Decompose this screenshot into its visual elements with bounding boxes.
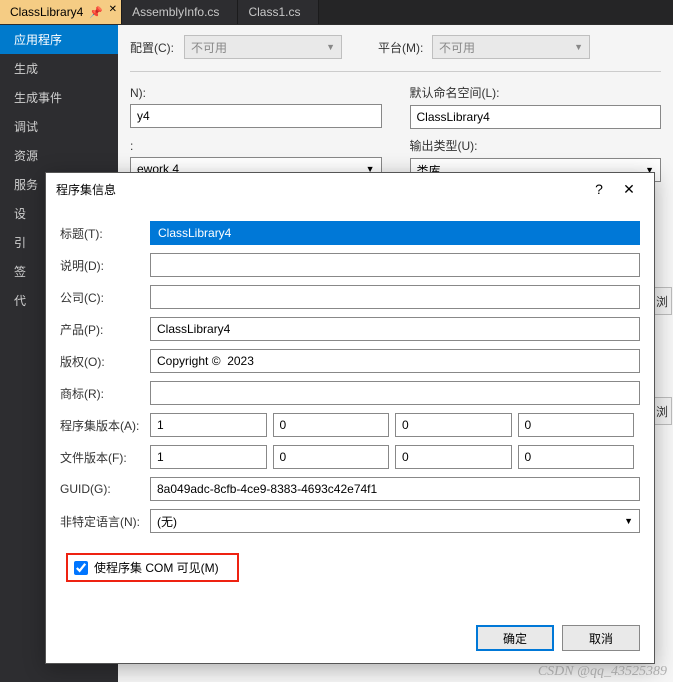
assembly-name-input[interactable] xyxy=(130,104,382,128)
sidebar-item-label: 应用程序 xyxy=(14,33,62,47)
close-button[interactable]: ✕ xyxy=(614,181,644,198)
sidebar-item-resources[interactable]: 资源 xyxy=(0,141,118,170)
view-button[interactable]: 浏 xyxy=(652,397,672,425)
trademark-input[interactable] xyxy=(150,381,640,405)
sidebar-item-label: 服务 xyxy=(14,178,38,192)
file-version-minor[interactable] xyxy=(273,445,390,469)
default-namespace-label: 默认命名空间(L): xyxy=(410,84,662,101)
sidebar-item-debug[interactable]: 调试 xyxy=(0,112,118,141)
neutral-language-value: (无) xyxy=(157,513,177,530)
assembly-name-label: N): xyxy=(130,86,382,100)
assembly-version-minor[interactable] xyxy=(273,413,390,437)
config-value: 不可用 xyxy=(191,39,227,56)
close-icon[interactable]: ✕ xyxy=(109,4,117,15)
output-type-label: 输出类型(U): xyxy=(410,137,662,154)
file-version-build[interactable] xyxy=(395,445,512,469)
sidebar-item-build[interactable]: 生成 xyxy=(0,54,118,83)
editor-tabs: ClassLibrary4 📌 ✕ AssemblyInfo.cs Class1… xyxy=(0,0,673,25)
chevron-down-icon: ▼ xyxy=(624,516,633,526)
product-label: 产品(P): xyxy=(60,321,150,338)
dialog-titlebar: 程序集信息 ? ✕ xyxy=(46,173,654,205)
trademark-label: 商标(R): xyxy=(60,385,150,402)
target-framework-label: : xyxy=(130,139,382,153)
tab-assemblyinfo[interactable]: AssemblyInfo.cs xyxy=(122,0,238,24)
tab-class1[interactable]: Class1.cs xyxy=(238,0,319,24)
sidebar-item-label: 生成 xyxy=(14,62,38,76)
config-label: 配置(C): xyxy=(130,39,176,56)
file-version-rev[interactable] xyxy=(518,445,635,469)
browse-button[interactable]: 浏 xyxy=(652,287,672,315)
dialog-title: 程序集信息 xyxy=(56,181,584,198)
divider xyxy=(130,71,661,72)
company-input[interactable] xyxy=(150,285,640,309)
assembly-version-major[interactable] xyxy=(150,413,267,437)
config-dropdown: 不可用 ▼ xyxy=(184,35,342,59)
guid-input[interactable] xyxy=(150,477,640,501)
cancel-button[interactable]: 取消 xyxy=(562,625,640,651)
help-button[interactable]: ? xyxy=(584,181,614,197)
neutral-language-dropdown[interactable]: (无) ▼ xyxy=(150,509,640,533)
product-input[interactable] xyxy=(150,317,640,341)
sidebar-item-label: 设 xyxy=(14,207,26,221)
file-version-label: 文件版本(F): xyxy=(60,449,150,466)
tab-classlibrary4[interactable]: ClassLibrary4 📌 ✕ xyxy=(0,0,122,24)
sidebar-item-label: 签 xyxy=(14,265,26,279)
ok-button[interactable]: 确定 xyxy=(476,625,554,651)
file-version-major[interactable] xyxy=(150,445,267,469)
default-namespace-input[interactable] xyxy=(410,105,662,129)
com-visible-label: 使程序集 COM 可见(M) xyxy=(94,559,219,576)
pin-icon: 📌 xyxy=(89,6,103,19)
company-label: 公司(C): xyxy=(60,289,150,306)
tab-label: AssemblyInfo.cs xyxy=(132,5,219,19)
sidebar-item-build-events[interactable]: 生成事件 xyxy=(0,83,118,112)
copyright-label: 版权(O): xyxy=(60,353,150,370)
watermark: CSDN @qq_43525389 xyxy=(538,664,667,680)
guid-label: GUID(G): xyxy=(60,482,150,496)
sidebar-item-label: 代 xyxy=(14,294,26,308)
assembly-version-label: 程序集版本(A): xyxy=(60,417,150,434)
neutral-language-label: 非特定语言(N): xyxy=(60,513,150,530)
chevron-down-icon: ▼ xyxy=(326,42,335,52)
tab-label: ClassLibrary4 xyxy=(10,5,83,19)
copyright-input[interactable] xyxy=(150,349,640,373)
sidebar-item-label: 引 xyxy=(14,236,26,250)
sidebar-item-application[interactable]: 应用程序 xyxy=(0,25,118,54)
description-label: 说明(D): xyxy=(60,257,150,274)
platform-dropdown: 不可用 ▼ xyxy=(432,35,590,59)
platform-label: 平台(M): xyxy=(378,39,424,56)
assembly-version-build[interactable] xyxy=(395,413,512,437)
sidebar-item-label: 生成事件 xyxy=(14,91,62,105)
sidebar-item-label: 调试 xyxy=(14,120,38,134)
assembly-info-dialog: 程序集信息 ? ✕ 标题(T): 说明(D): 公司(C): 产品(P): 版权… xyxy=(45,172,655,664)
highlight-box: 使程序集 COM 可见(M) xyxy=(66,553,239,582)
sidebar-item-label: 资源 xyxy=(14,149,38,163)
title-label: 标题(T): xyxy=(60,225,150,242)
assembly-version-rev[interactable] xyxy=(518,413,635,437)
tab-label: Class1.cs xyxy=(248,5,300,19)
com-visible-checkbox[interactable] xyxy=(74,561,88,575)
title-input[interactable] xyxy=(150,221,640,245)
platform-value: 不可用 xyxy=(439,39,475,56)
chevron-down-icon: ▼ xyxy=(574,42,583,52)
description-input[interactable] xyxy=(150,253,640,277)
